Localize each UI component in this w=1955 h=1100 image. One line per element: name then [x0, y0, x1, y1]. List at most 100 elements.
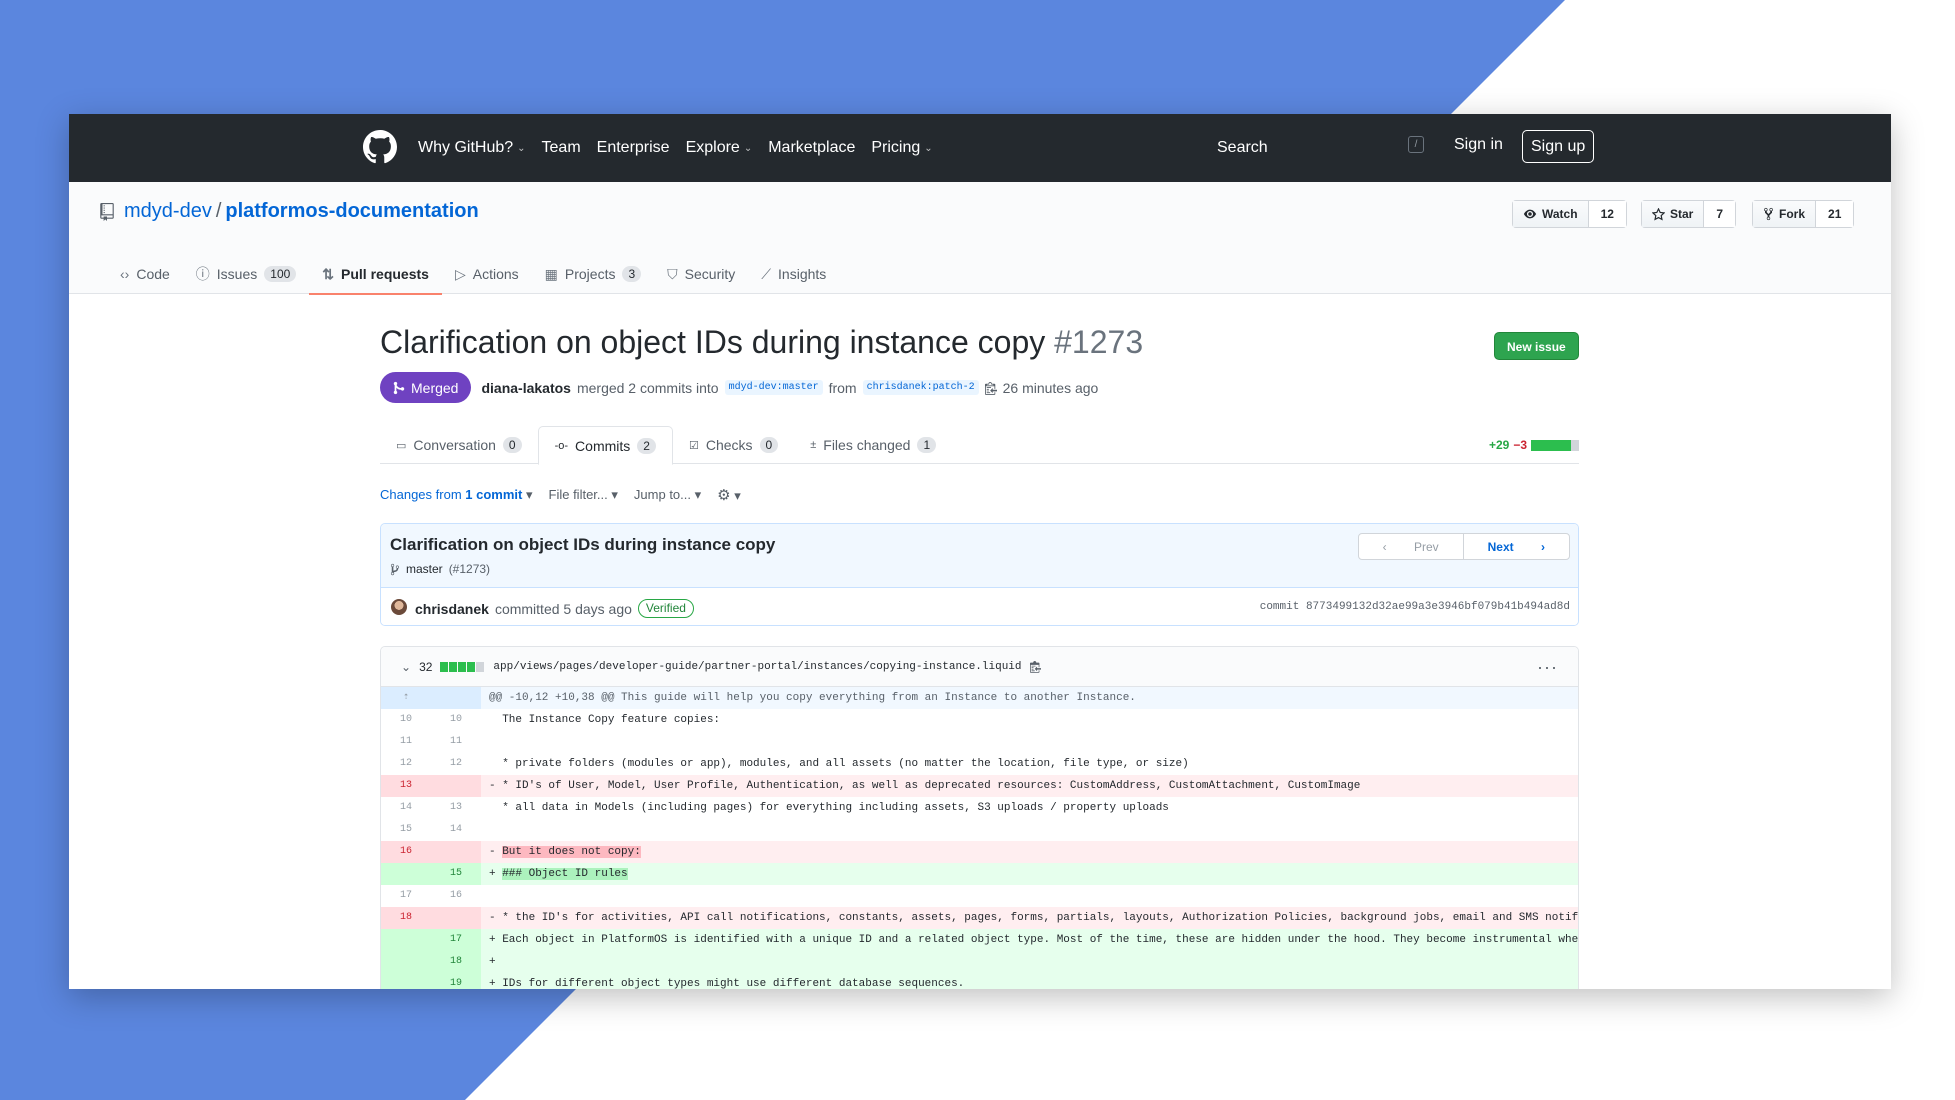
repo-tab-security[interactable]: ⛉ Security — [654, 254, 748, 294]
pr-tab-files-changed[interactable]: ± Files changed 1 — [794, 426, 952, 464]
new-line-number[interactable]: 14 — [431, 819, 481, 841]
old-line-number[interactable]: 12 — [381, 753, 431, 775]
new-line-number — [431, 687, 481, 709]
new-line-number[interactable] — [431, 841, 481, 863]
repo-tab-insights[interactable]: ⟋ Insights — [748, 254, 839, 294]
commit-author-link[interactable]: chrisdanek — [415, 601, 489, 617]
repo-name-link[interactable]: platformos-documentation — [225, 200, 478, 223]
merged-label: Merged — [411, 379, 459, 396]
commit-meta-row: chrisdanek committed 5 days ago Verified… — [381, 588, 1578, 625]
merge-icon — [393, 381, 405, 394]
base-branch[interactable]: mdyd-dev:master — [724, 380, 823, 395]
nav-link-explore[interactable]: Explore ⌄ — [686, 139, 753, 157]
expand-up-icon[interactable]: ⇡ — [381, 687, 431, 709]
fork-count[interactable]: 21 — [1816, 201, 1854, 227]
pr-tab-conversation[interactable]: ▭ Conversation 0 — [380, 426, 538, 464]
nav-link-enterprise[interactable]: Enterprise — [597, 139, 670, 157]
search-input[interactable]: Search — [1207, 130, 1490, 166]
verified-badge[interactable]: Verified — [637, 599, 694, 618]
repo-tab-label: Projects — [564, 266, 616, 282]
new-issue-button[interactable]: New issue — [1494, 332, 1579, 360]
old-line-number[interactable]: 17 — [381, 885, 431, 907]
old-line-number[interactable]: 18 — [381, 907, 431, 929]
kebab-menu-icon[interactable]: ··· — [1537, 657, 1558, 678]
commit-title[interactable]: Clarification on object IDs during insta… — [390, 535, 775, 555]
changes-from-dropdown[interactable]: Changes from 1 commit ▾ — [380, 487, 533, 503]
nav-link-pricing[interactable]: Pricing ⌄ — [871, 139, 932, 157]
commit-branch-name[interactable]: master — [406, 562, 443, 576]
nav-link-why-github[interactable]: Why GitHub? ⌄ — [418, 139, 526, 157]
diff-code: + ### Object ID rules — [481, 863, 1578, 885]
nav-link-label: Pricing — [871, 139, 921, 156]
old-line-number[interactable]: 11 — [381, 731, 431, 753]
pr-tab-commits[interactable]: -o- Commits 2 — [537, 426, 673, 465]
sign-in-link[interactable]: Sign in — [1454, 136, 1503, 154]
old-line-number[interactable]: 15 — [381, 819, 431, 841]
prev-commit-button[interactable]: ‹ Prev — [1359, 534, 1464, 559]
fork-button[interactable]: Fork — [1753, 201, 1817, 227]
github-logo-icon[interactable] — [363, 130, 397, 164]
caret-down-icon: ▾ — [611, 487, 618, 502]
old-line-number[interactable]: 10 — [381, 709, 431, 731]
old-line-number[interactable] — [381, 973, 431, 989]
sign-up-button[interactable]: Sign up — [1522, 130, 1595, 163]
diff-code: - * the ID's for activities, API call no… — [481, 907, 1578, 929]
new-line-number[interactable]: 15 — [431, 863, 481, 885]
pr-tabs: ▭ Conversation 0 -o- Commits 2 ☑ Checks 0 ± Files … — [380, 426, 1579, 465]
watch-button[interactable]: Watch — [1513, 201, 1589, 227]
old-line-number[interactable] — [381, 863, 431, 885]
pr-tab-checks[interactable]: ☑ Checks 0 — [673, 426, 794, 464]
old-line-number[interactable] — [381, 951, 431, 973]
nav-link-marketplace[interactable]: Marketplace — [768, 139, 855, 157]
star-count[interactable]: 7 — [1704, 201, 1736, 227]
pr-author-link[interactable]: diana-lakatos — [481, 380, 570, 396]
jump-to-dropdown[interactable]: Jump to... ▾ — [634, 487, 701, 503]
diff-code-text: + — [489, 868, 503, 880]
commit-pr-ref[interactable]: (#1273) — [449, 562, 490, 576]
old-line-number[interactable]: 16 — [381, 841, 431, 863]
diff-line: 19 + IDs for different object types might… — [381, 973, 1578, 989]
old-line-number[interactable] — [381, 929, 431, 951]
commit-header: Clarification on object IDs during insta… — [381, 524, 1578, 588]
new-line-number[interactable] — [431, 775, 481, 797]
checklist-icon: ☑ — [688, 439, 699, 452]
chevron-down-icon[interactable]: ⌄ — [401, 660, 411, 674]
repo-tab-projects[interactable]: ▦ Projects 3 — [532, 254, 655, 294]
star-button-group: Star 7 — [1641, 200, 1737, 228]
file-path[interactable]: app/views/pages/developer-guide/partner-… — [493, 661, 1021, 673]
tab-counter: 3 — [622, 266, 642, 282]
diff-line: 16 - But it does not copy: — [381, 841, 1578, 863]
new-line-number[interactable]: 18 — [431, 951, 481, 973]
repo-separator: / — [215, 200, 222, 222]
clipboard-icon[interactable] — [1029, 660, 1041, 673]
old-line-number[interactable]: 14 — [381, 797, 431, 819]
avatar[interactable] — [391, 599, 407, 615]
repo-owner-link[interactable]: mdyd-dev — [124, 200, 212, 223]
new-line-number[interactable]: 19 — [431, 973, 481, 989]
new-line-number[interactable]: 11 — [431, 731, 481, 753]
new-line-number[interactable]: 16 — [431, 885, 481, 907]
new-line-number[interactable]: 10 — [431, 709, 481, 731]
diff-settings-dropdown[interactable]: ⚙ ▾ — [717, 486, 741, 504]
new-line-number[interactable]: 17 — [431, 929, 481, 951]
repo-tab-code[interactable]: ‹› Code — [107, 254, 183, 294]
repo-tab-label: Issues — [216, 266, 258, 282]
star-button[interactable]: Star — [1642, 201, 1705, 227]
prev-label: Prev — [1413, 539, 1439, 554]
repo-tab-actions[interactable]: ▷ Actions — [442, 254, 532, 294]
diff-code: + Each object in PlatformOS is identifie… — [481, 929, 1578, 951]
watch-count[interactable]: 12 — [1588, 201, 1626, 227]
new-line-number[interactable] — [431, 907, 481, 929]
repo-tab-pull-requests[interactable]: ⇅ Pull requests — [309, 254, 442, 295]
new-line-number[interactable]: 13 — [431, 797, 481, 819]
file-filter-dropdown[interactable]: File filter... ▾ — [549, 487, 618, 503]
nav-link-team[interactable]: Team — [542, 139, 581, 157]
new-line-number[interactable]: 12 — [431, 753, 481, 775]
chevron-down-icon: ⌄ — [743, 142, 753, 154]
clipboard-icon[interactable] — [984, 381, 997, 395]
commit-sha[interactable]: commit 8773499132d32ae99a3e3946bf079b41b… — [1260, 601, 1570, 613]
head-branch[interactable]: chrisdanek:patch-2 — [862, 380, 979, 395]
repo-tab-issues[interactable]: ⓘ Issues 100 — [183, 254, 310, 294]
next-commit-button[interactable]: Next › — [1464, 534, 1569, 559]
old-line-number[interactable]: 13 — [381, 775, 431, 797]
